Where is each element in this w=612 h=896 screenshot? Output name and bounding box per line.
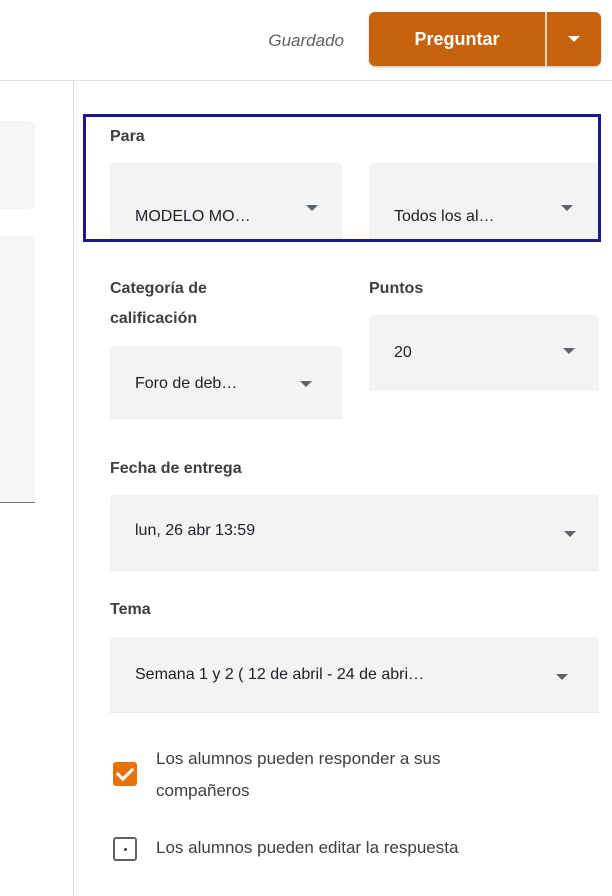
focus-indicator-icon <box>124 848 127 851</box>
grade-category-label-line2: calificación <box>110 310 198 327</box>
question-title-panel[interactable] <box>0 121 35 209</box>
sidebar-divider <box>73 81 74 896</box>
points-value: 20 <box>394 344 412 361</box>
reply-to-classmates-checkbox[interactable] <box>113 762 137 786</box>
students-select-value: Todos los al… <box>394 208 495 225</box>
grade-category-label-line1: Categoría de <box>110 280 207 297</box>
caret-down-icon <box>563 348 575 354</box>
caret-down-icon <box>300 381 312 387</box>
instructions-underline <box>0 502 35 503</box>
grade-category-select[interactable]: Foro de deb… <box>110 346 342 419</box>
question-instructions-panel[interactable] <box>0 236 35 502</box>
caret-down-icon <box>556 674 568 680</box>
due-date-select[interactable]: lun, 26 abr 13:59 <box>110 495 599 571</box>
ask-split-button: Preguntar <box>369 12 601 66</box>
saved-status: Guardado <box>268 31 344 50</box>
students-select[interactable]: Todos los al… <box>369 163 599 241</box>
caret-down-icon <box>561 205 573 211</box>
points-label: Puntos <box>369 280 424 297</box>
due-date-value: lun, 26 abr 13:59 <box>135 522 256 539</box>
check-icon <box>115 762 135 782</box>
edit-answer-checkbox[interactable] <box>113 837 137 861</box>
topic-value: Semana 1 y 2 ( 12 de abril - 24 de abri… <box>135 666 425 683</box>
caret-down-icon <box>306 205 318 211</box>
points-select[interactable]: 20 <box>369 315 599 390</box>
caret-down-icon <box>568 36 580 42</box>
header-divider <box>0 80 612 81</box>
caret-down-icon <box>564 531 576 537</box>
question-settings-page: Guardado Preguntar Para MODELO MO… Todos… <box>0 0 612 896</box>
topic-label: Tema <box>110 601 151 618</box>
grade-category-value: Foro de deb… <box>135 375 238 392</box>
reply-to-classmates-label-line1[interactable]: Los alumnos pueden responder a sus <box>156 745 440 773</box>
reply-to-classmates-label-line2[interactable]: compañeros <box>156 777 250 805</box>
due-date-label: Fecha de entrega <box>110 460 242 477</box>
topic-select[interactable]: Semana 1 y 2 ( 12 de abril - 24 de abri… <box>110 637 599 713</box>
class-select[interactable]: MODELO MO… <box>110 163 342 241</box>
edit-answer-label[interactable]: Los alumnos pueden editar la respuesta <box>156 834 458 862</box>
assign-to-label: Para <box>110 128 145 145</box>
ask-button[interactable]: Preguntar <box>369 12 545 66</box>
class-select-value: MODELO MO… <box>135 208 251 225</box>
ask-options-dropdown[interactable] <box>547 12 601 66</box>
